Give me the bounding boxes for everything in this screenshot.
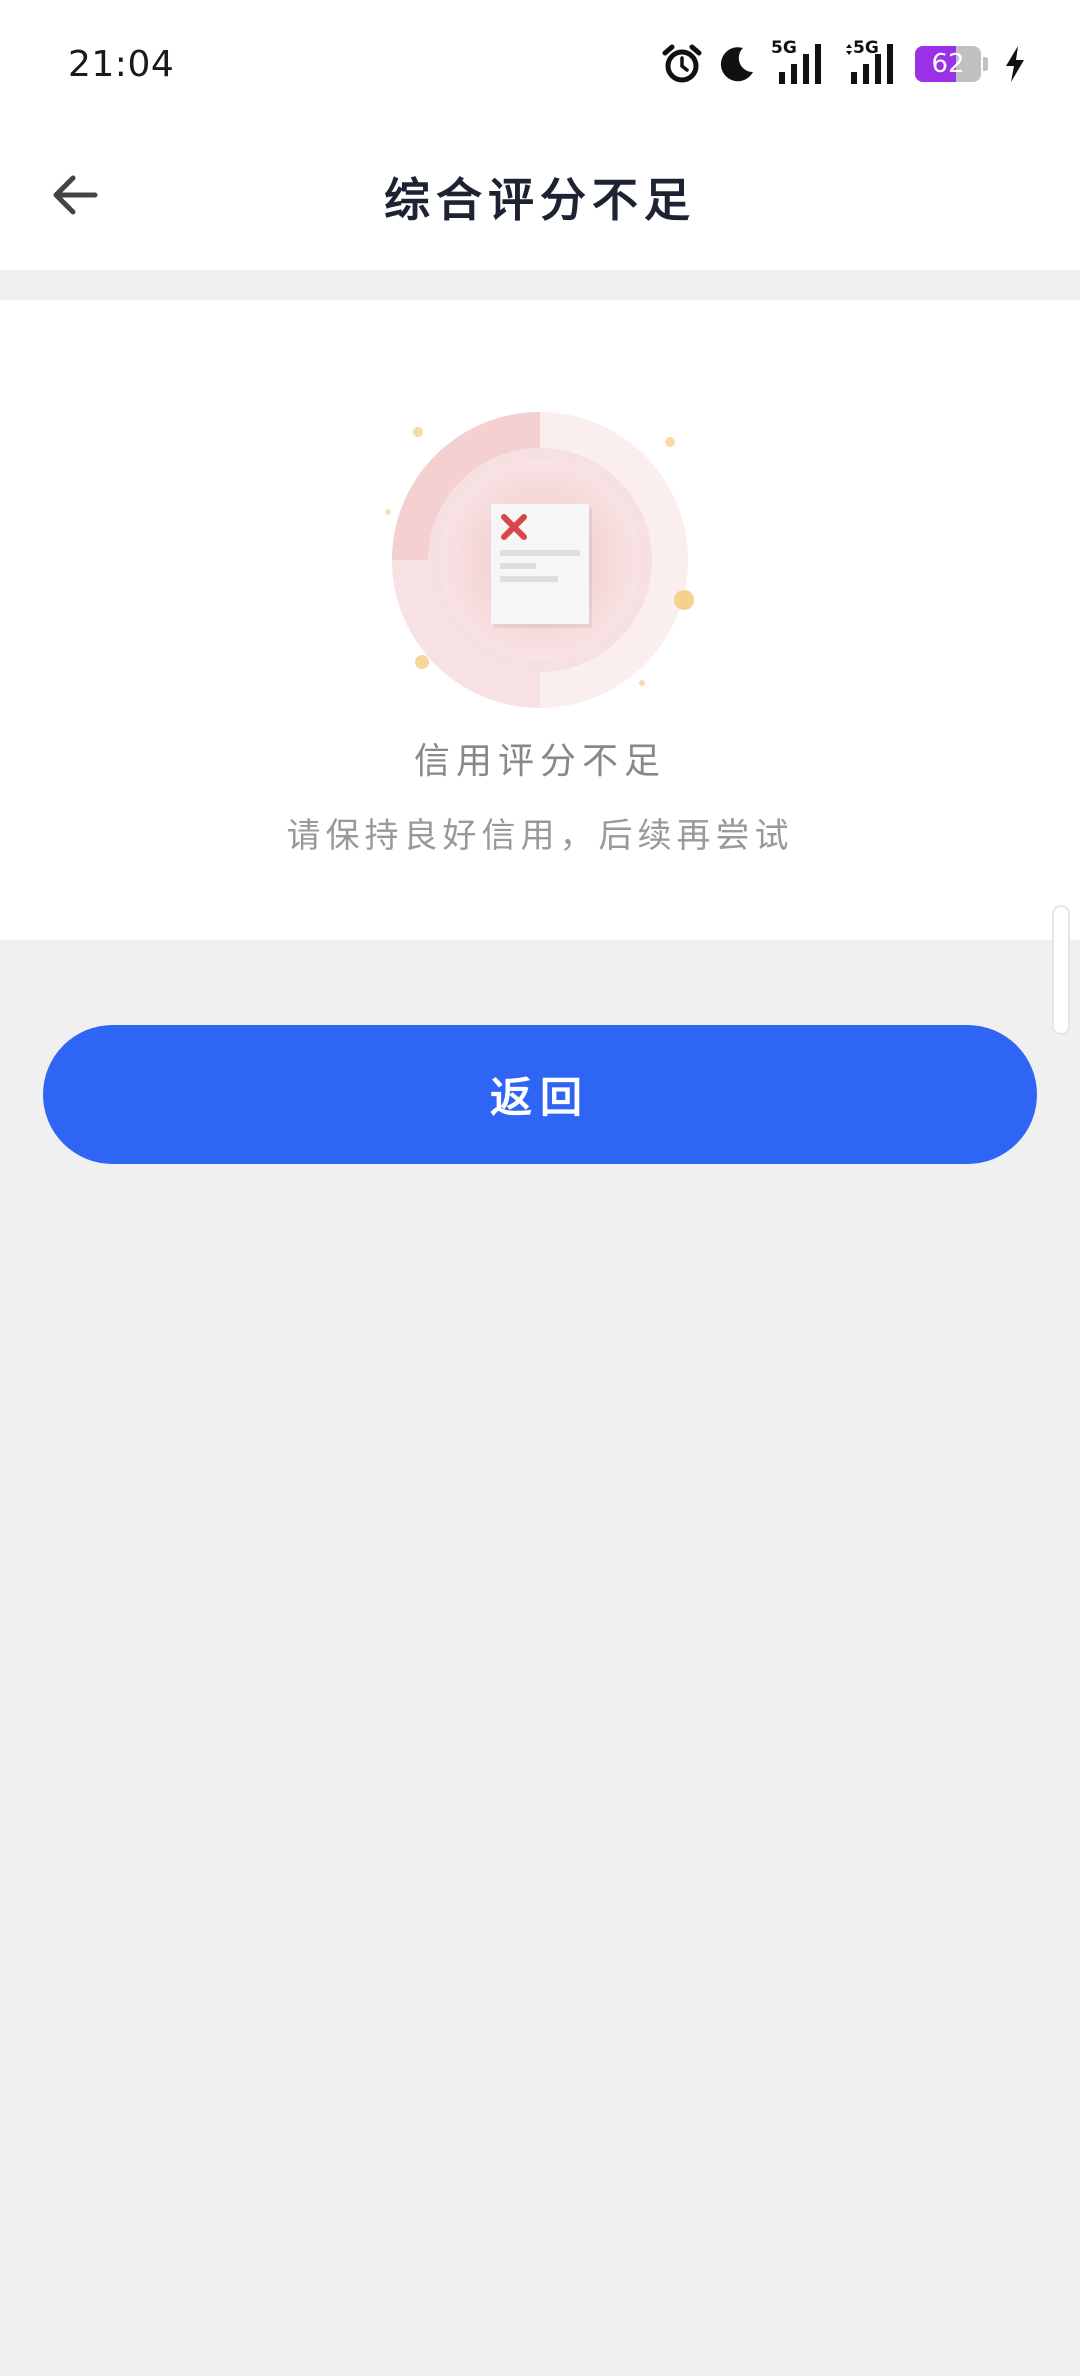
status-bar: 21:04 5G 5G 62	[0, 0, 1080, 130]
nav-bar: 综合评分不足	[0, 130, 1080, 270]
result-subtitle: 请保持良好信用，后续再尝试	[286, 816, 794, 856]
signal-5g-icon: 5G	[843, 38, 901, 86]
battery-cap	[983, 57, 988, 71]
alarm-icon	[662, 44, 702, 83]
result-card: 信用评分不足 请保持良好信用，后续再尝试	[0, 300, 1080, 1035]
return-button[interactable]: 返回	[43, 1025, 1037, 1164]
battery-percent: 62	[931, 49, 965, 79]
signal-5g-icon: 5G	[771, 38, 829, 86]
rejected-document-icon	[385, 412, 694, 708]
page-title: 综合评分不足	[384, 173, 696, 227]
status-icons: 5G 5G 62	[661, 38, 1028, 88]
scroll-indicator[interactable]	[1052, 905, 1070, 1035]
charging-icon	[1006, 46, 1024, 82]
battery-icon: 62	[915, 46, 981, 82]
moon-icon	[720, 47, 753, 82]
status-time: 21:04	[68, 44, 175, 85]
result-title: 信用评分不足	[413, 741, 666, 782]
